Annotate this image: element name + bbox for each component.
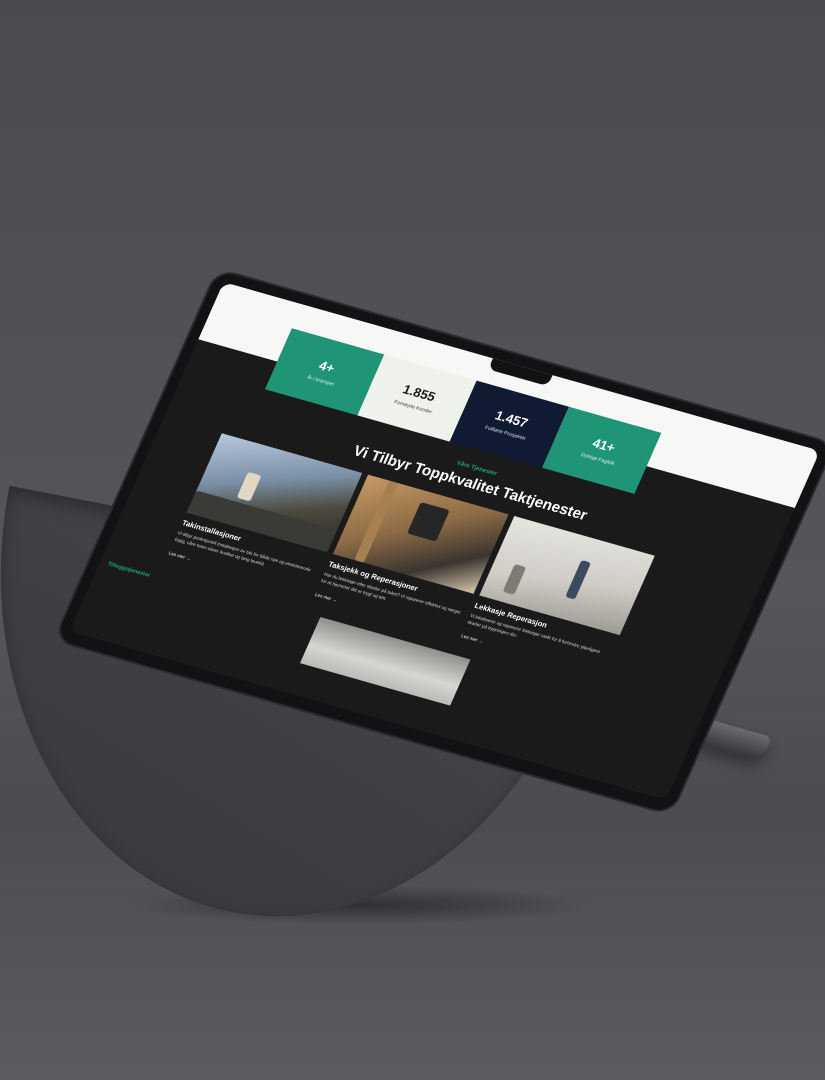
laptop-mockup: 4+ År i bransjen 1.855 Fornøyde Kunder 1… <box>0 0 825 1080</box>
stat-value: 41+ <box>590 435 618 456</box>
worker-figure <box>565 559 592 600</box>
stat-value: 1.457 <box>492 407 531 431</box>
read-more-link[interactable]: Les mer → <box>461 633 485 644</box>
laptop-screen: 4+ År i bransjen 1.855 Fornøyde Kunder 1… <box>69 281 821 801</box>
wood-beam <box>354 480 399 563</box>
read-more-link[interactable]: Les mer → <box>314 592 338 603</box>
read-more-link[interactable]: Les mer → <box>168 551 192 562</box>
ladder <box>502 563 527 595</box>
stat-label: År i bransjen <box>305 374 336 388</box>
stat-value: 4+ <box>316 357 338 376</box>
worker-figure <box>407 502 450 542</box>
stat-value: 1.855 <box>400 381 438 405</box>
secondary-eyebrow: Tilleggstjenester <box>106 561 151 579</box>
worker-figure <box>236 471 262 502</box>
